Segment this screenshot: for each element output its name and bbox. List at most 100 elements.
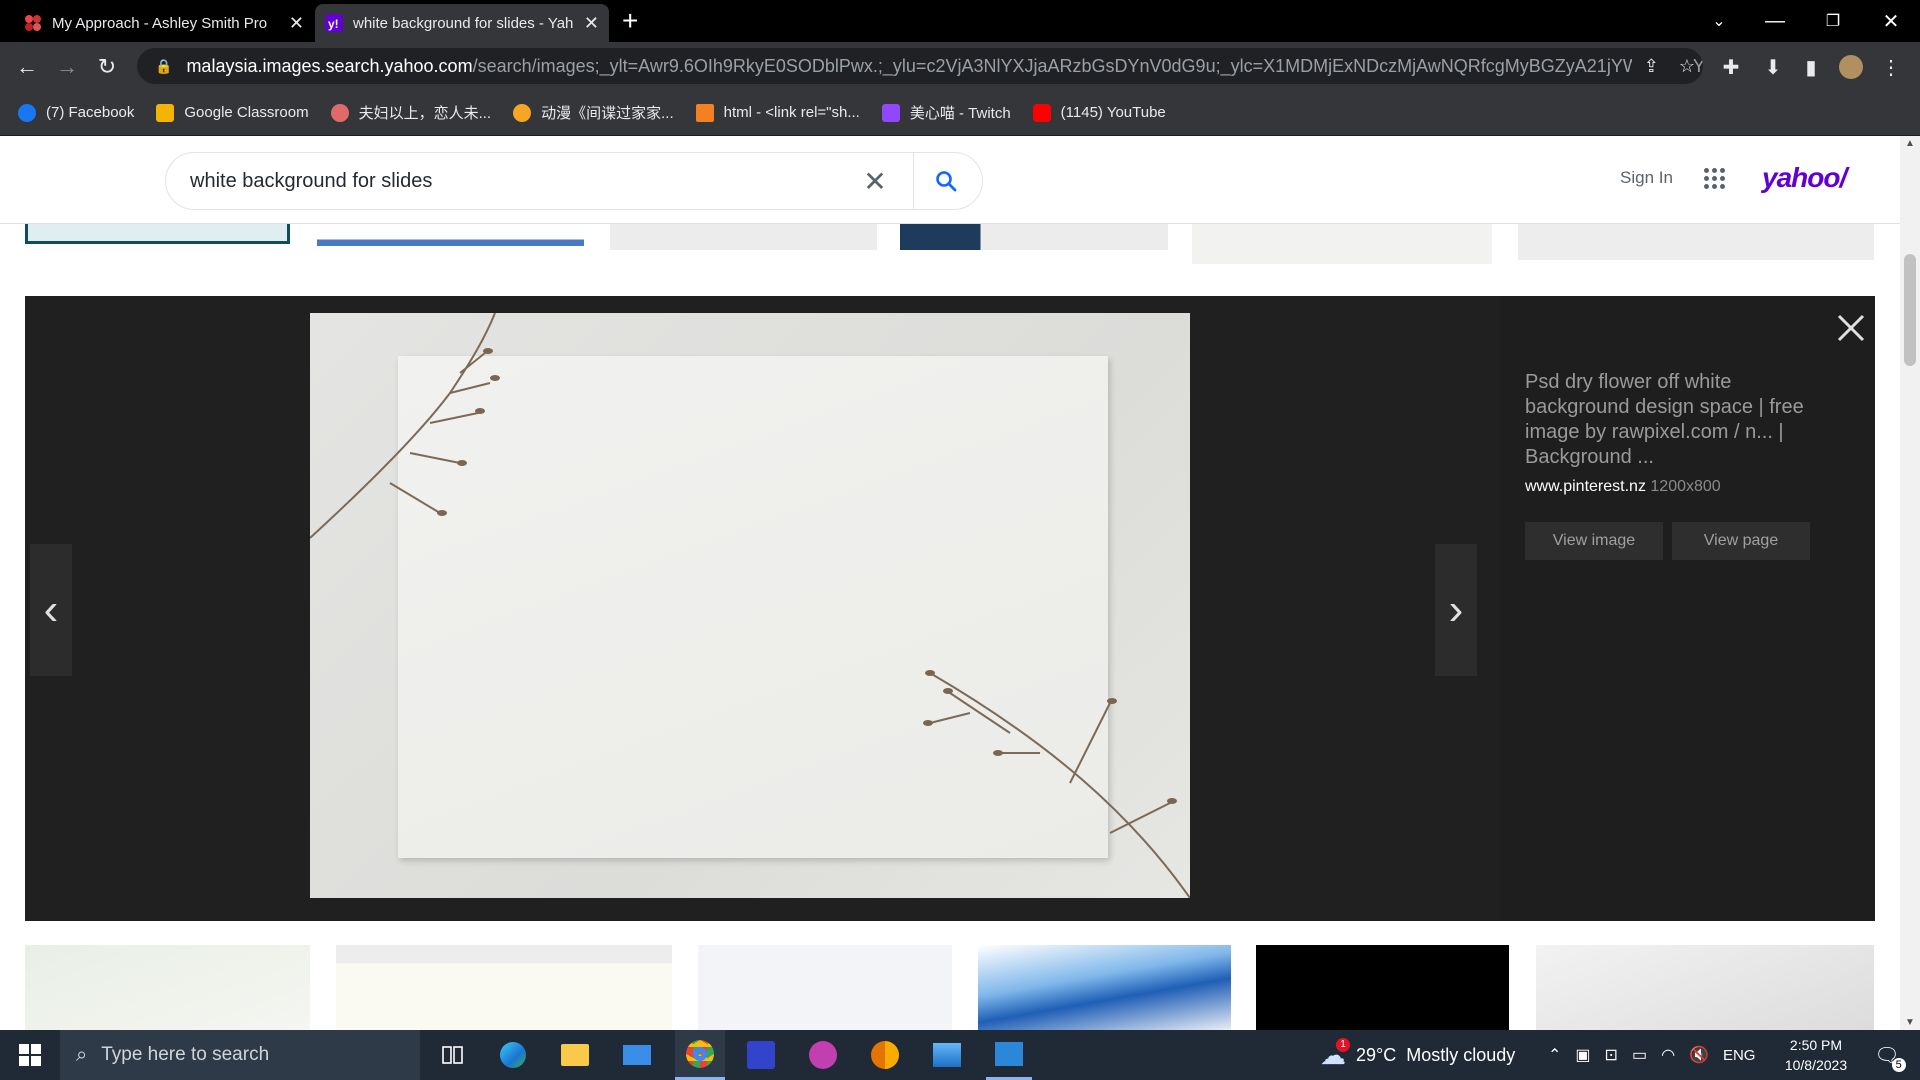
- file-explorer-icon[interactable]: [552, 1030, 598, 1080]
- bookmark-google-classroom[interactable]: Google Classroom: [156, 103, 309, 122]
- sign-in-link[interactable]: Sign In: [1620, 168, 1673, 188]
- thumbnail[interactable]: [900, 224, 1168, 250]
- notification-center-icon[interactable]: 🗨 5: [1866, 1030, 1908, 1080]
- security-icon[interactable]: ⊡: [1605, 1045, 1618, 1065]
- clock[interactable]: 2:50 PM 10/8/2023: [1776, 1030, 1856, 1080]
- view-page-button[interactable]: View page: [1672, 522, 1810, 560]
- preview-image[interactable]: [310, 313, 1190, 898]
- avatar[interactable]: [1836, 52, 1866, 82]
- scroll-down-icon[interactable]: ▼: [1900, 1017, 1920, 1028]
- close-window-button[interactable]: ✕: [1862, 0, 1920, 42]
- thumbnail[interactable]: [1518, 224, 1874, 260]
- photos-icon[interactable]: [924, 1030, 970, 1080]
- windows-start-icon[interactable]: [10, 1030, 50, 1080]
- thumbnail[interactable]: [317, 224, 584, 246]
- address-bar-actions: ⇪ ☆: [1631, 48, 1695, 84]
- page-content: white background for slides ✕ Sign In ya…: [0, 136, 1900, 1030]
- chrome-canary-icon[interactable]: [862, 1030, 908, 1080]
- bookmarks-bar: (7) Facebook Google Classroom 夫妇以上，恋人未..…: [0, 90, 1920, 136]
- apps-grid-icon[interactable]: [1704, 168, 1726, 190]
- restore-button[interactable]: ❐: [1804, 0, 1862, 42]
- thumbnail[interactable]: [698, 945, 952, 1030]
- thumbnail[interactable]: [25, 224, 290, 244]
- image-source: www.pinterest.nz 1200x800: [1525, 478, 1721, 496]
- yahoo-logo[interactable]: yahoo/: [1762, 162, 1847, 194]
- notification-count: 5: [1891, 1057, 1906, 1072]
- download-icon[interactable]: ⬇: [1758, 52, 1788, 82]
- view-image-button[interactable]: View image: [1525, 522, 1663, 560]
- site-icon: [513, 103, 532, 122]
- side-panel-icon[interactable]: ▮: [1796, 52, 1826, 82]
- volume-muted-icon[interactable]: 🔇: [1689, 1045, 1709, 1065]
- thumbnail[interactable]: [610, 224, 877, 250]
- mail-icon[interactable]: [614, 1030, 660, 1080]
- multicolor-dots-icon: [25, 15, 41, 31]
- wifi-icon[interactable]: ◠: [1661, 1045, 1675, 1065]
- close-tab-icon[interactable]: ✕: [289, 13, 304, 34]
- chevron-up-icon[interactable]: ⌃: [1548, 1045, 1561, 1065]
- source-domain[interactable]: www.pinterest.nz: [1525, 478, 1646, 495]
- search-input[interactable]: white background for slides: [190, 170, 855, 193]
- scrollbar-thumb[interactable]: [1904, 254, 1916, 366]
- prev-image-button[interactable]: ‹: [30, 544, 72, 676]
- page-scrollbar[interactable]: ▲ ▼: [1900, 136, 1920, 1030]
- battery-icon[interactable]: ▭: [1632, 1045, 1647, 1065]
- thumbnail[interactable]: [1256, 945, 1509, 1030]
- task-view-icon[interactable]: [430, 1030, 476, 1080]
- bookmark-star-icon[interactable]: ☆: [1679, 56, 1695, 77]
- meet-now-icon[interactable]: ▣: [1575, 1045, 1590, 1065]
- new-tab-button[interactable]: +: [622, 6, 638, 36]
- minimize-button[interactable]: —: [1746, 0, 1804, 42]
- tab-my-approach[interactable]: My Approach - Ashley Smith Pro ✕: [14, 4, 314, 42]
- language-indicator[interactable]: ENG: [1723, 1047, 1756, 1064]
- chrome-icon[interactable]: [675, 1030, 725, 1080]
- thumbnail-selected[interactable]: [1192, 224, 1492, 270]
- taskbar-search-placeholder: Type here to search: [101, 1044, 270, 1065]
- menu-kebab-icon[interactable]: ⋮: [1876, 52, 1906, 82]
- close-tab-icon[interactable]: ✕: [584, 13, 599, 34]
- thumbnail[interactable]: [25, 945, 310, 1030]
- bookmark-twitch[interactable]: 美心喵 - Twitch: [881, 102, 1011, 123]
- tab-title: My Approach - Ashley Smith Pro: [52, 14, 268, 32]
- search-divider: [913, 152, 914, 210]
- clear-search-icon[interactable]: ✕: [855, 165, 895, 198]
- bookmark-stackoverflow[interactable]: html - <link rel="sh...: [695, 103, 860, 122]
- yahoo-favicon-icon: y!: [325, 14, 343, 32]
- share-icon[interactable]: ⇪: [1644, 56, 1659, 77]
- thumbnail[interactable]: [978, 945, 1231, 1030]
- classroom-icon: [156, 103, 175, 122]
- next-image-button[interactable]: ›: [1435, 544, 1477, 676]
- weather-badge: 1: [1336, 1037, 1350, 1052]
- thumbnail[interactable]: [1536, 945, 1874, 1030]
- wps-office-icon[interactable]: [800, 1030, 846, 1080]
- search-icon: ⌕: [76, 1043, 88, 1066]
- extensions-icon[interactable]: ✚: [1716, 52, 1746, 82]
- reload-button[interactable]: ↻: [92, 52, 122, 82]
- tab-search-chevron-icon[interactable]: ⌄: [1690, 0, 1748, 42]
- system-tray: ⌃ ▣ ⊡ ▭ ◠ 🔇 ENG: [1548, 1030, 1755, 1080]
- dry-flower-decoration-icon: [310, 313, 1190, 898]
- scroll-up-icon[interactable]: ▲: [1900, 138, 1920, 149]
- twitch-icon: [881, 103, 900, 122]
- visual-studio-icon[interactable]: [738, 1030, 784, 1080]
- search-box[interactable]: white background for slides ✕: [165, 152, 983, 210]
- video-editor-icon[interactable]: [986, 1030, 1032, 1080]
- bookmark-novel[interactable]: 夫妇以上，恋人未...: [330, 102, 491, 123]
- edge-icon[interactable]: [490, 1030, 536, 1080]
- bookmark-anime[interactable]: 动漫《间谍过家家...: [513, 102, 674, 123]
- close-viewer-icon[interactable]: [1831, 308, 1871, 348]
- weather-widget[interactable]: ☁ 1 29°C Mostly cloudy: [1320, 1030, 1515, 1080]
- thumbnail-row-bottom: [0, 945, 1900, 1030]
- image-title[interactable]: Psd dry flower off white background desi…: [1525, 370, 1825, 470]
- thumbnail[interactable]: [336, 945, 672, 1030]
- forward-button[interactable]: →: [52, 52, 82, 82]
- address-bar[interactable]: 🔒 malaysia.images.search.yahoo.com/searc…: [137, 48, 1703, 84]
- search-icon[interactable]: [930, 170, 962, 192]
- bookmark-youtube[interactable]: (1145) YouTube: [1032, 103, 1166, 122]
- back-button[interactable]: ←: [12, 52, 42, 82]
- url-path: /search/images;_ylt=Awr9.6OIh9RkyE0SODbl…: [472, 55, 1703, 76]
- taskbar-search-box[interactable]: ⌕ Type here to search: [60, 1030, 420, 1080]
- facebook-icon: [18, 103, 36, 122]
- tab-yahoo-search[interactable]: y! white background for slides - Yah ✕: [315, 4, 609, 42]
- bookmark-facebook[interactable]: (7) Facebook: [18, 103, 134, 122]
